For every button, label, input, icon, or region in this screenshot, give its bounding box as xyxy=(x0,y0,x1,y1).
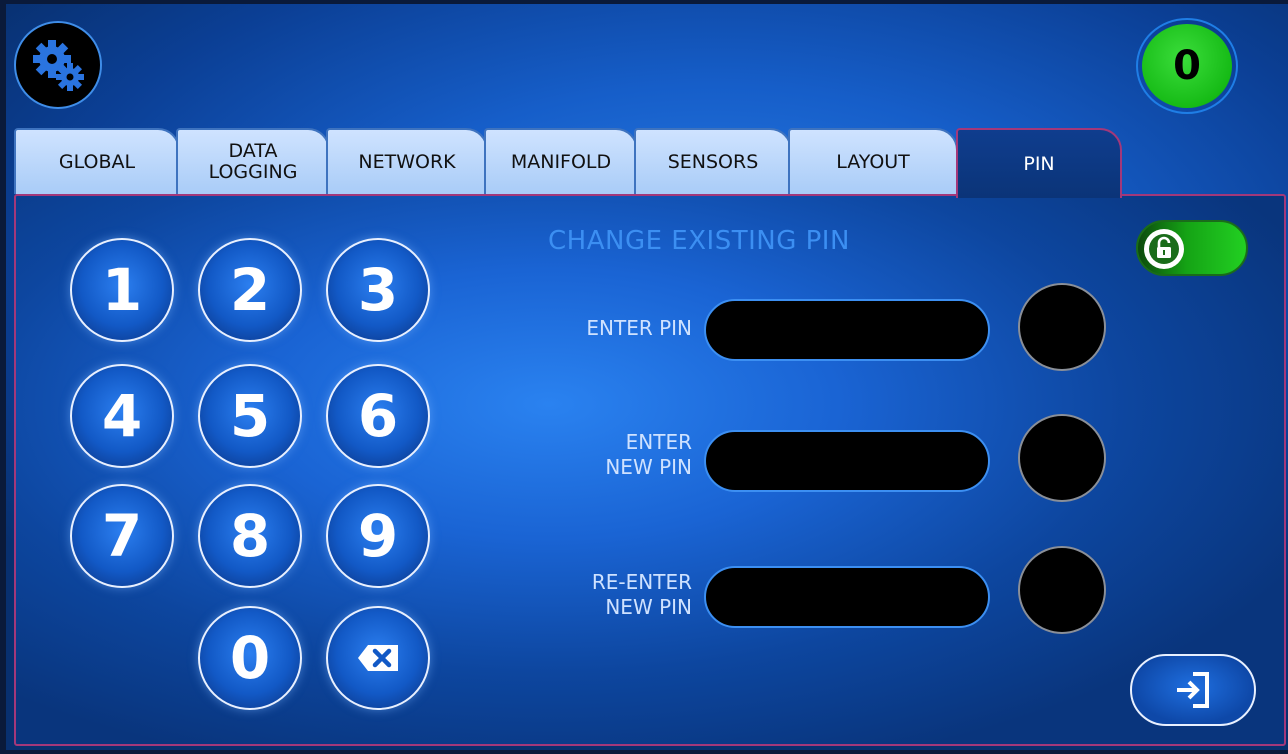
backspace-icon xyxy=(358,645,398,671)
key-label: 5 xyxy=(229,382,271,450)
tab-network[interactable]: NETWORK xyxy=(326,128,488,194)
tab-global[interactable]: GLOBAL xyxy=(14,128,180,194)
reenter-pin-field[interactable] xyxy=(704,566,990,628)
key-label: 8 xyxy=(229,502,271,570)
key-label: 6 xyxy=(357,382,399,450)
backspace-key[interactable] xyxy=(326,606,430,710)
tab-label: SENSORS xyxy=(667,150,759,173)
key-3[interactable]: 3 xyxy=(326,238,430,342)
pin-panel: 1 2 3 4 5 6 7 8 9 0 CHANGE EXISTING PIN … xyxy=(14,194,1286,746)
new-pin-field[interactable] xyxy=(704,430,990,492)
key-0[interactable]: 0 xyxy=(198,606,302,710)
key-1[interactable]: 1 xyxy=(70,238,174,342)
tab-layout[interactable]: LAYOUT xyxy=(788,128,958,194)
new-pin-label: ENTER NEW PIN xyxy=(605,430,692,479)
pin-settings-screen: 0 GLOBAL DATA LOGGING NETWORK MANIFOLD S… xyxy=(6,4,1288,750)
key-2[interactable]: 2 xyxy=(198,238,302,342)
key-label: 3 xyxy=(357,256,399,324)
settings-button[interactable] xyxy=(14,21,102,109)
change-pin-title: CHANGE EXISTING PIN xyxy=(548,226,850,256)
alert-count-badge[interactable]: 0 xyxy=(1136,18,1238,114)
tab-label: GLOBAL xyxy=(58,150,136,173)
enter-pin-label: ENTER PIN xyxy=(586,316,692,340)
enter-pin-field[interactable] xyxy=(704,299,990,361)
key-label: 0 xyxy=(229,624,271,692)
key-label: 9 xyxy=(357,502,399,570)
key-label: 2 xyxy=(229,256,271,324)
exit-icon xyxy=(1177,672,1209,708)
tab-label: LAYOUT xyxy=(836,150,910,173)
key-8[interactable]: 8 xyxy=(198,484,302,588)
tab-label: MANIFOLD xyxy=(510,150,612,173)
tab-label: NETWORK xyxy=(358,150,456,173)
enter-pin-status-indicator xyxy=(1018,283,1106,371)
gears-icon xyxy=(33,40,84,91)
key-9[interactable]: 9 xyxy=(326,484,430,588)
alert-count: 0 xyxy=(1142,24,1232,108)
tab-sensors[interactable]: SENSORS xyxy=(634,128,792,194)
tab-pin[interactable]: PIN xyxy=(956,128,1122,198)
reenter-pin-status-indicator xyxy=(1018,546,1106,634)
lock-knob xyxy=(1144,229,1184,269)
key-5[interactable]: 5 xyxy=(198,364,302,468)
tab-manifold[interactable]: MANIFOLD xyxy=(484,128,638,194)
key-label: 1 xyxy=(101,256,143,324)
unlocked-padlock-icon xyxy=(1149,234,1179,264)
key-label: 7 xyxy=(101,502,143,570)
tab-label: PIN xyxy=(1023,152,1055,175)
key-6[interactable]: 6 xyxy=(326,364,430,468)
key-7[interactable]: 7 xyxy=(70,484,174,588)
exit-button[interactable] xyxy=(1130,654,1256,726)
key-4[interactable]: 4 xyxy=(70,364,174,468)
tab-label: DATA LOGGING xyxy=(208,140,298,183)
reenter-pin-label: RE-ENTER NEW PIN xyxy=(591,570,692,619)
tab-data-logging[interactable]: DATA LOGGING xyxy=(176,128,330,194)
key-label: 4 xyxy=(101,382,143,450)
new-pin-status-indicator xyxy=(1018,414,1106,502)
lock-toggle[interactable] xyxy=(1136,220,1248,276)
